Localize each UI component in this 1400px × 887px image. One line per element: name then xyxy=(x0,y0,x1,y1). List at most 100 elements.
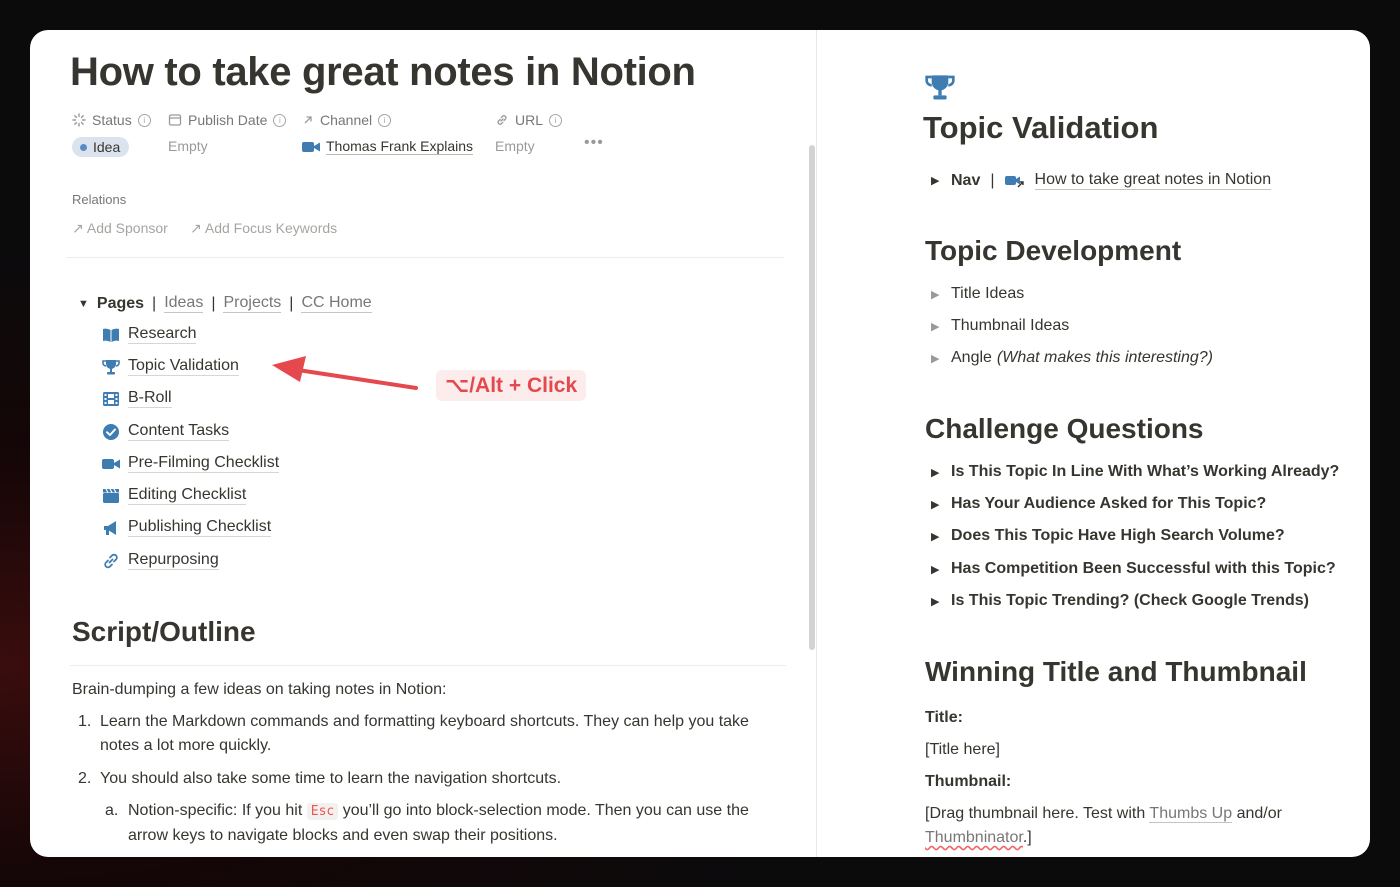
more-properties-button[interactable]: ••• xyxy=(584,134,604,152)
toggle-question-1[interactable]: ▶ Is This Topic In Line With What’s Work… xyxy=(931,463,1339,481)
calendar-icon xyxy=(168,114,182,126)
film-icon xyxy=(103,391,119,406)
status-badge[interactable]: Idea xyxy=(72,137,130,157)
separator: | xyxy=(152,294,157,312)
url-label: URL xyxy=(515,112,544,128)
page-item-editing-checklist[interactable]: Editing Checklist xyxy=(102,486,247,505)
page-item-b-roll[interactable]: B-Roll xyxy=(102,389,172,408)
page-item-publishing-checklist[interactable]: Publishing Checklist xyxy=(102,518,272,537)
add-focus-keywords-label: Add Focus Keywords xyxy=(204,220,338,236)
publish-date-value[interactable]: Empty xyxy=(168,138,208,154)
thumbs-up-link[interactable]: Thumbs Up xyxy=(1149,805,1233,823)
trophy-icon xyxy=(925,75,955,100)
script-outline-heading: Script/Outline xyxy=(72,616,256,647)
relation-arrow-icon: ↗ xyxy=(72,220,84,236)
toggle-right-icon[interactable]: ▶ xyxy=(931,595,941,608)
nav-page-link[interactable]: How to take great notes in Notion xyxy=(1034,171,1272,190)
pages-toggle[interactable]: ▼ Pages | Ideas | Projects | CC Home xyxy=(78,294,372,313)
status-label: Status xyxy=(92,112,132,128)
status-dot xyxy=(80,143,87,151)
toggle-label: Title Ideas xyxy=(951,285,1025,302)
thumbninator-link[interactable]: Thumbninator xyxy=(925,829,1023,846)
sub-a-text-before: Notion-specific: If you hit xyxy=(128,802,303,819)
topic-development-heading: Topic Development xyxy=(925,235,1182,266)
toggle-right-icon[interactable]: ▶ xyxy=(931,530,941,543)
megaphone-icon xyxy=(104,520,116,535)
toggle-right-icon[interactable]: ▶ xyxy=(931,466,941,479)
info-icon: i xyxy=(378,113,392,127)
nav-toggle[interactable]: ▶ Nav | How to take great notes in Notio… xyxy=(931,171,1272,190)
link-icon xyxy=(104,553,118,568)
info-icon: i xyxy=(273,113,287,127)
toggle-right-icon[interactable]: ▶ xyxy=(931,498,941,511)
add-focus-keywords-button[interactable]: ↗ Add Focus Keywords xyxy=(190,220,337,237)
toggle-right-icon[interactable]: ▶ xyxy=(931,320,941,333)
toggle-title-ideas[interactable]: ▶ Title Ideas xyxy=(931,285,1024,303)
esc-key-code: Esc xyxy=(306,803,339,820)
property-publish-date[interactable]: Publish Date i xyxy=(168,112,287,128)
page-item-content-tasks[interactable]: Content Tasks xyxy=(102,422,230,441)
list-item-1: Learn the Markdown commands and formatti… xyxy=(100,713,749,754)
status-spinner-icon xyxy=(72,113,86,127)
url-value[interactable]: Empty xyxy=(495,138,535,154)
thumb-text: and/or xyxy=(1236,805,1282,822)
video-camera-icon xyxy=(102,458,120,469)
thumb-text: [Drag thumbnail here. Test with xyxy=(925,805,1146,822)
toggle-down-icon[interactable]: ▼ xyxy=(78,298,89,310)
pages-label: Pages xyxy=(96,294,145,312)
add-sponsor-label: Add Sponsor xyxy=(86,220,168,236)
info-icon: i xyxy=(549,113,563,127)
add-sponsor-button[interactable]: ↗ Add Sponsor xyxy=(72,220,168,237)
clapperboard-icon xyxy=(103,488,119,503)
book-icon xyxy=(103,328,119,342)
list-number: 2. xyxy=(78,770,92,787)
nav-label: Nav xyxy=(951,171,981,189)
toggle-label: Thumbnail Ideas xyxy=(951,317,1070,334)
toggle-right-icon[interactable]: ▶ xyxy=(931,352,941,365)
separator: | xyxy=(289,294,294,312)
separator: | xyxy=(211,294,216,312)
thumb-text: .] xyxy=(1022,829,1032,846)
ideas-link[interactable]: Ideas xyxy=(164,294,204,313)
scrollbar-thumb[interactable] xyxy=(809,145,815,650)
intro-text: Brain-dumping a few ideas on taking note… xyxy=(72,681,447,698)
toggle-angle[interactable]: ▶ Angle (What makes this interesting?) xyxy=(931,349,1213,367)
toggle-question-4[interactable]: ▶ Has Competition Been Successful with t… xyxy=(931,560,1336,578)
toggle-right-icon[interactable]: ▶ xyxy=(931,174,941,187)
side-peek-pane: Topic Validation ▶ Nav | How to take gre… xyxy=(817,30,1370,857)
page-item-label: Research xyxy=(128,325,197,344)
main-page-pane: How to take great notes in Notion Status… xyxy=(30,30,816,857)
toggle-thumbnail-ideas[interactable]: ▶ Thumbnail Ideas xyxy=(931,317,1069,335)
toggle-right-icon[interactable]: ▶ xyxy=(931,288,941,301)
sublist-letter: a. xyxy=(105,802,119,819)
page-item-pre-filming-checklist[interactable]: Pre-Filming Checklist xyxy=(102,454,280,473)
list-item-2: You should also take some time to learn … xyxy=(100,770,562,787)
winning-heading: Winning Title and Thumbnail xyxy=(925,656,1307,687)
property-channel[interactable]: Channel i xyxy=(302,112,392,128)
toggle-label: Angle xyxy=(951,349,992,366)
toggle-label: Is This Topic In Line With What’s Workin… xyxy=(951,463,1340,480)
title-label: Title: xyxy=(925,709,963,726)
page-item-label: Pre-Filming Checklist xyxy=(128,454,280,473)
page-item-label: Content Tasks xyxy=(128,422,230,441)
projects-link[interactable]: Projects xyxy=(223,294,282,313)
toggle-question-2[interactable]: ▶ Has Your Audience Asked for This Topic… xyxy=(931,495,1266,513)
channel-label: Channel xyxy=(320,112,373,128)
publish-date-label: Publish Date xyxy=(188,112,268,128)
annotation-label: ⌥/Alt + Click xyxy=(436,370,587,401)
info-icon: i xyxy=(137,113,151,127)
page-item-repurposing[interactable]: Repurposing xyxy=(102,551,219,570)
page-item-topic-validation[interactable]: Topic Validation xyxy=(102,357,239,376)
thumbnail-label: Thumbnail: xyxy=(925,773,1012,790)
toggle-question-3[interactable]: ▶ Does This Topic Have High Search Volum… xyxy=(931,527,1285,545)
toggle-question-5[interactable]: ▶ Is This Topic Trending? (Check Google … xyxy=(931,592,1309,610)
toggle-label: Has Competition Been Successful with thi… xyxy=(951,560,1336,577)
sublist-item-a: Notion-specific: If you hit Esc you’ll g… xyxy=(128,799,790,848)
channel-value[interactable]: Thomas Frank Explains xyxy=(302,138,474,155)
page-item-research[interactable]: Research xyxy=(102,325,197,344)
heading-divider xyxy=(70,665,786,666)
property-url[interactable]: URL i xyxy=(495,112,563,128)
cc-home-link[interactable]: CC Home xyxy=(301,294,372,313)
toggle-right-icon[interactable]: ▶ xyxy=(931,563,941,576)
property-status[interactable]: Status i xyxy=(72,112,151,128)
